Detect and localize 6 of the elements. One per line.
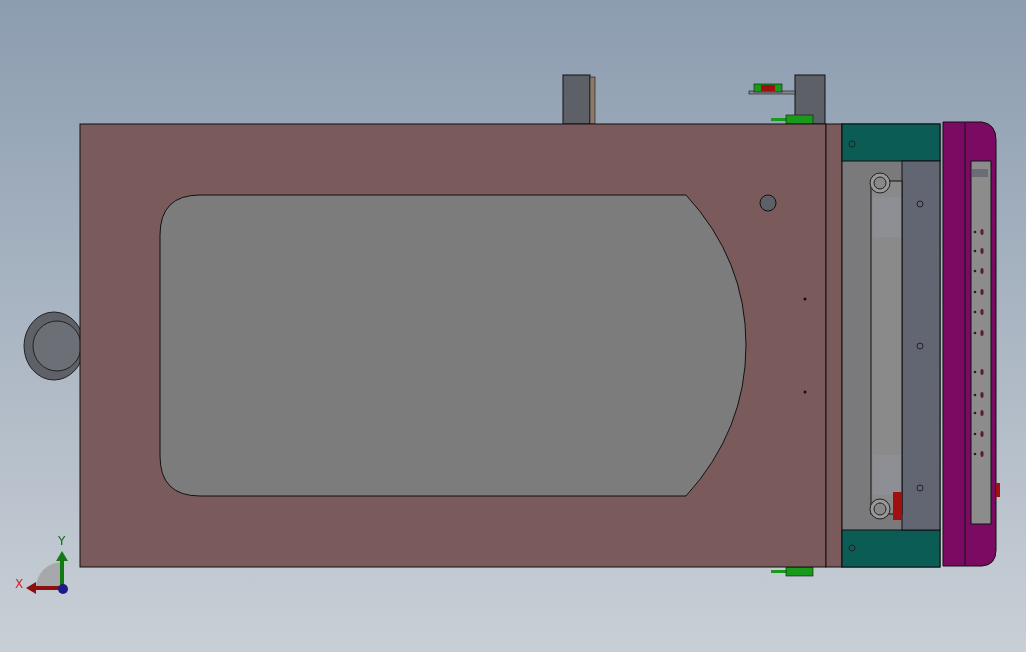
y-axis-label: Y: [58, 534, 66, 548]
triad-drawing: [26, 551, 68, 594]
pin-mark: [803, 390, 807, 394]
x-axis-label: X: [15, 577, 24, 591]
hole-mark: [759, 194, 777, 212]
pin-mark: [803, 297, 807, 301]
